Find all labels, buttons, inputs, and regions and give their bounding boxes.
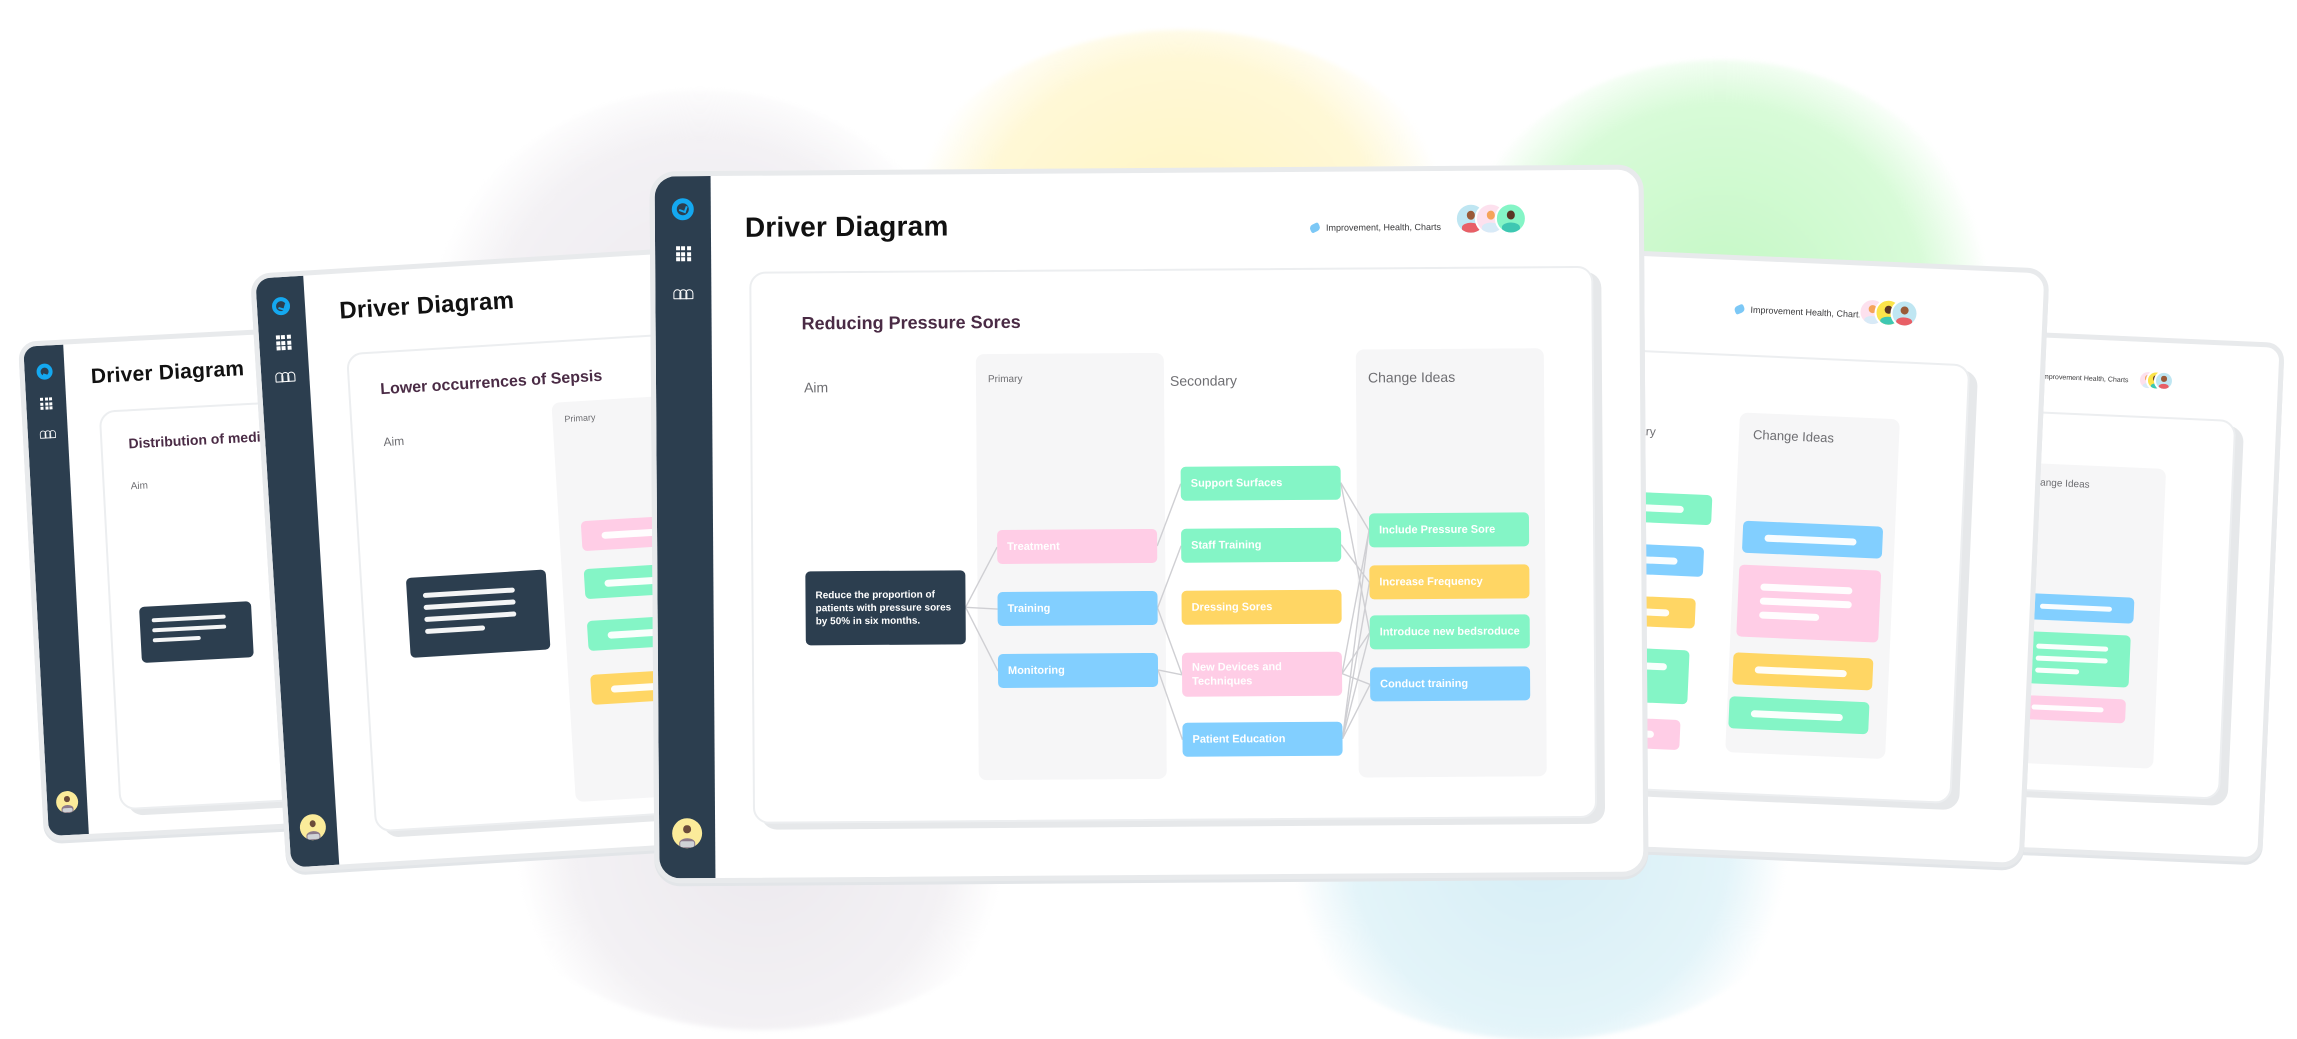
- secondary-node-patient-education[interactable]: Patient Education: [1182, 721, 1343, 757]
- refresh-logo-icon[interactable]: [36, 363, 53, 381]
- user-avatar[interactable]: [299, 813, 327, 841]
- refresh-logo-icon[interactable]: [671, 198, 694, 221]
- change-idea-node-include-pressure-sore[interactable]: Include Pressure Sore: [1368, 512, 1530, 548]
- node-text: Dressing Sores: [1191, 600, 1273, 614]
- tags: Improvement Health, Charts: [1733, 303, 1864, 320]
- collaborator-avatar[interactable]: [2153, 370, 2175, 392]
- team-icon[interactable]: [39, 428, 57, 439]
- change-idea-node-introduce-new-beds[interactable]: Introduce new bedsroduce: [1369, 614, 1530, 650]
- tag-icon: [1733, 303, 1746, 315]
- collaborator-avatars[interactable]: [1857, 297, 1920, 329]
- diagram-title: Lower occurrences of Sepsis: [379, 367, 603, 399]
- tag-icon: [1308, 222, 1322, 234]
- grid-icon[interactable]: [39, 397, 53, 410]
- node-text: Treatment: [1007, 540, 1060, 553]
- tags-text: Improvement Health, Charts: [1750, 304, 1864, 320]
- refresh-logo-icon[interactable]: [271, 296, 291, 316]
- node-text: Staff Training: [1191, 539, 1262, 552]
- app-window-main: Driver Diagram Improvement, Health, Char…: [649, 164, 1649, 884]
- aim-column-label: Aim: [383, 433, 405, 450]
- node-text: Increase Frequency: [1379, 575, 1483, 589]
- change-idea-node[interactable]: [1741, 520, 1884, 559]
- change-ideas-column: [1355, 348, 1547, 778]
- node-text: New Devices and Techniques: [1191, 660, 1282, 688]
- page-title: Driver Diagram: [744, 210, 949, 243]
- aim-column-label: Aim: [803, 379, 829, 396]
- primary-node-monitoring[interactable]: Monitoring: [997, 652, 1159, 689]
- collaborator-avatar[interactable]: [1494, 202, 1527, 235]
- tags: Improvement, Health, Charts: [1308, 221, 1442, 234]
- secondary-column-label: Secondary: [1169, 372, 1237, 389]
- secondary-node-dressing-sores[interactable]: Dressing Sores: [1181, 589, 1342, 625]
- change-idea-node-conduct-training[interactable]: Conduct training: [1370, 666, 1531, 702]
- aim-node[interactable]: [139, 601, 254, 663]
- diagram-card: Reducing Pressure Sores Aim Primary Seco…: [749, 265, 1598, 824]
- primary-column: [975, 352, 1167, 781]
- node-text: Conduct training: [1380, 677, 1469, 691]
- app-window-right: Improvement Health, Charts condary Chang…: [1593, 250, 2050, 869]
- secondary-node-staff-training[interactable]: Staff Training: [1181, 527, 1342, 563]
- change-idea-node[interactable]: [1732, 652, 1874, 691]
- page-title: Driver Diagram: [90, 357, 245, 389]
- aim-node-text: Reduce the proportion of patients with p…: [815, 588, 952, 627]
- app-window-left: Driver Diagram Lower occurrences of Seps…: [250, 248, 706, 873]
- tags-text: Improvement Health, Charts: [2040, 373, 2129, 385]
- collaborator-avatars[interactable]: [2137, 369, 2175, 392]
- aim-column-label: Aim: [130, 480, 149, 493]
- node-text: Introduce new bedsroduce: [1379, 625, 1520, 639]
- team-icon[interactable]: [673, 287, 694, 300]
- primary-node-training[interactable]: Training: [997, 590, 1158, 627]
- grid-icon[interactable]: [675, 246, 691, 262]
- primary-column-label: Primary: [564, 412, 596, 425]
- node-text: Include Pressure Sore: [1379, 523, 1496, 537]
- diagram-title: Reducing Pressure Sores: [801, 311, 1021, 334]
- primary-column-label: Primary: [987, 373, 1023, 386]
- change-idea-node[interactable]: [2016, 630, 2131, 688]
- sidebar: [654, 176, 716, 879]
- page-title: Driver Diagram: [338, 286, 515, 325]
- node-text: Training: [1007, 602, 1051, 615]
- secondary-node-new-devices[interactable]: New Devices and Techniques: [1181, 651, 1343, 697]
- aim-node[interactable]: Reduce the proportion of patients with p…: [805, 570, 966, 646]
- team-icon[interactable]: [275, 369, 296, 383]
- diagram-card: condary Change Ideas: [1593, 348, 1971, 804]
- node-text: Patient Education: [1192, 732, 1286, 746]
- sidebar: [23, 344, 89, 837]
- node-text: Monitoring: [1007, 664, 1065, 677]
- user-avatar[interactable]: [672, 818, 703, 849]
- change-idea-node[interactable]: [1736, 564, 1882, 643]
- grid-icon[interactable]: [275, 334, 292, 351]
- primary-node-treatment[interactable]: Treatment: [997, 528, 1158, 565]
- change-idea-node[interactable]: [2021, 592, 2135, 624]
- tags-text: Improvement, Health, Charts: [1325, 221, 1442, 233]
- change-ideas-column-label: Change Ideas: [1367, 368, 1456, 386]
- change-idea-node-increase-frequency[interactable]: Increase Frequency: [1369, 564, 1530, 600]
- node-text: Support Surfaces: [1190, 476, 1283, 490]
- secondary-node-support-surfaces[interactable]: Support Surfaces: [1180, 465, 1341, 501]
- change-idea-node[interactable]: [1728, 696, 1870, 735]
- diagram-title: Distribution of medici: [128, 427, 273, 452]
- collaborator-avatar[interactable]: [1889, 298, 1920, 329]
- aim-node[interactable]: [405, 569, 551, 658]
- user-avatar[interactable]: [55, 790, 79, 814]
- collaborator-avatars[interactable]: [1454, 202, 1527, 235]
